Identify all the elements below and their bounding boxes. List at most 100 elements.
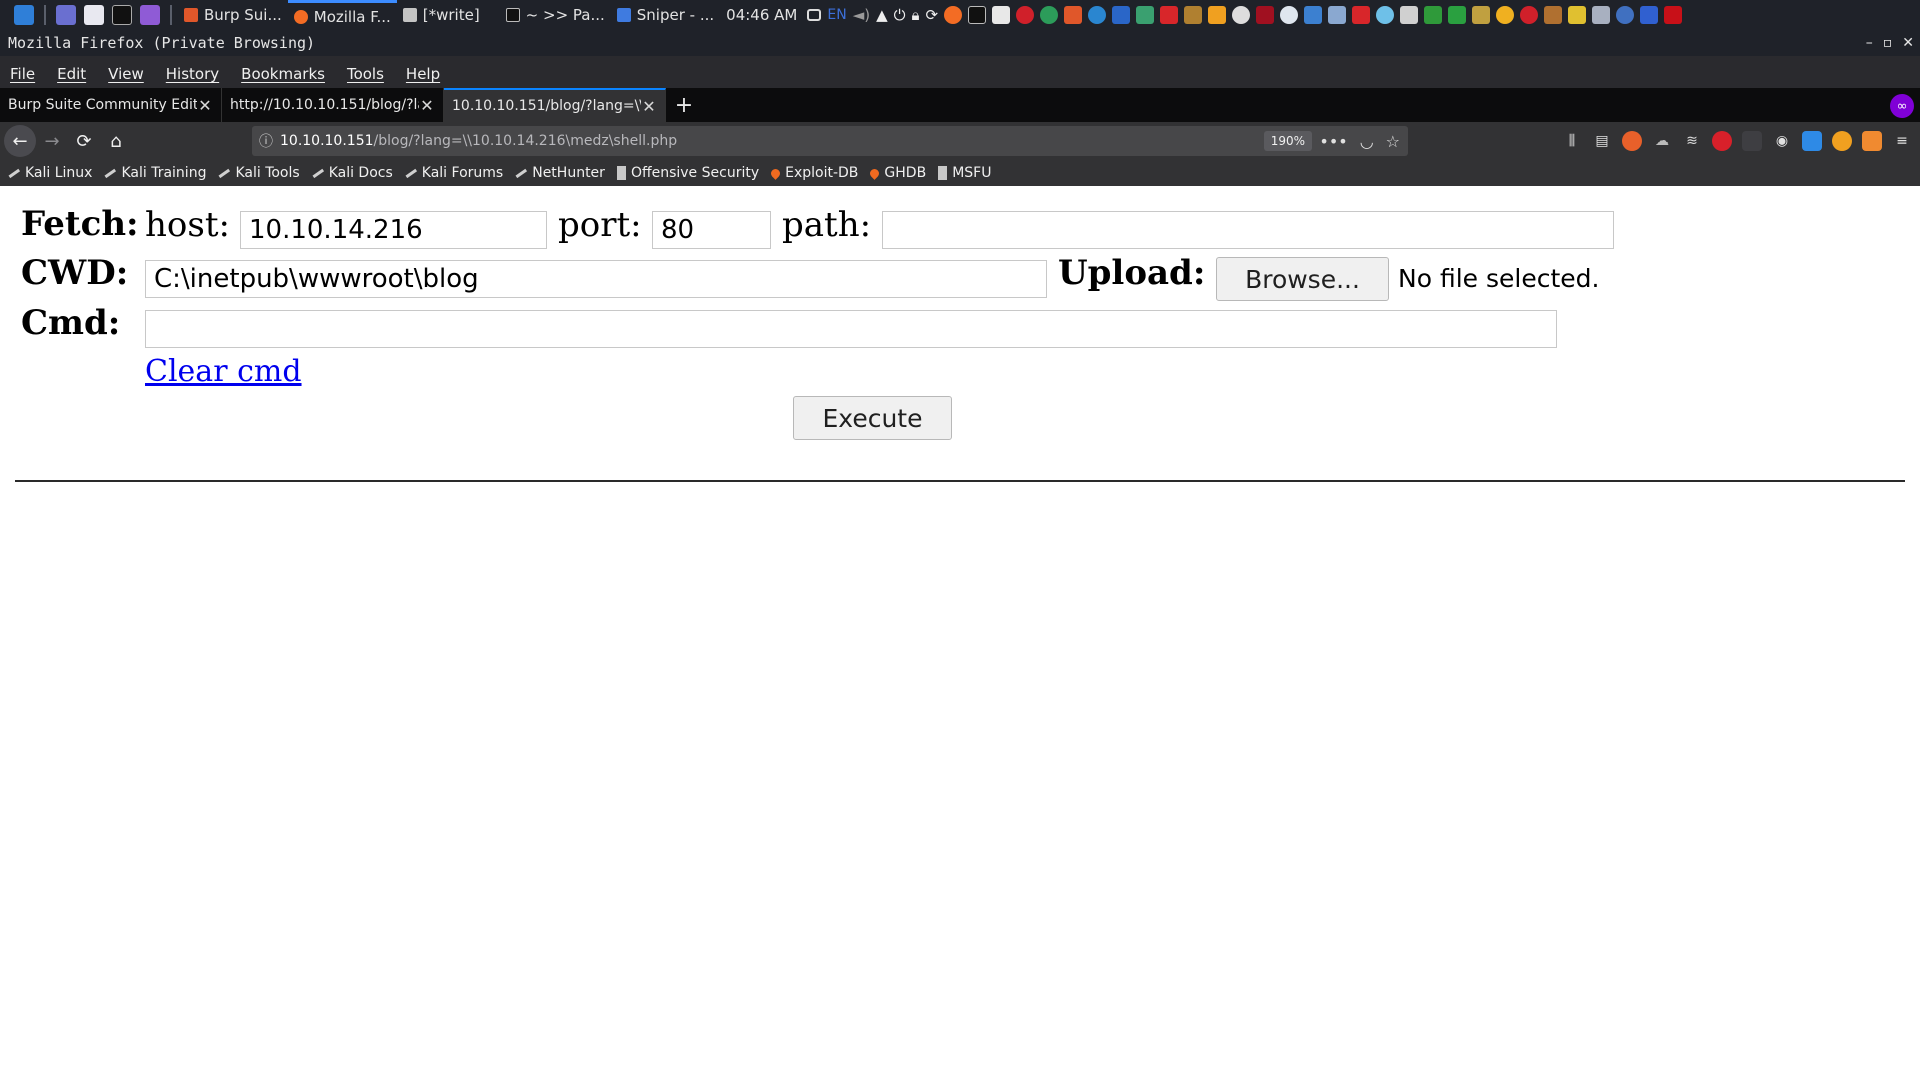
eye-icon[interactable] (1616, 6, 1635, 24)
taskbar-item-write[interactable]: [*write] (397, 0, 486, 30)
bookmark-offensive-security[interactable]: Offensive Security (616, 165, 759, 181)
file-manager-icon[interactable] (84, 5, 104, 25)
john-icon[interactable] (1232, 6, 1251, 24)
page-actions-icon[interactable]: ••• (1319, 132, 1347, 151)
reload-button[interactable]: ⟳ (68, 125, 100, 157)
bookmark-nethunter[interactable]: NetHunter (515, 165, 605, 181)
power-icon[interactable]: ⏻ (894, 6, 906, 24)
taskbar-item-folder[interactable]: Sniper - ... (611, 0, 720, 30)
leafpad-icon[interactable] (992, 6, 1011, 24)
tab-burp-suite[interactable]: Burp Suite Community Editio ✕ (0, 88, 222, 122)
notification-bell-icon[interactable]: ▲ (876, 6, 888, 24)
window-title-bar[interactable]: Mozilla Firefox (Private Browsing) – ▫ ✕ (0, 30, 1920, 56)
taskbar-item-burp[interactable]: Burp Sui... (178, 0, 288, 30)
close-tab-icon[interactable]: ✕ (641, 97, 657, 116)
close-window-icon[interactable]: ✕ (1902, 35, 1914, 51)
library-icon[interactable]: ⫼ (1562, 131, 1582, 151)
bookmark-ghdb[interactable]: GHDB (868, 165, 926, 181)
bookmark-kali-linux[interactable]: Kali Linux (7, 165, 92, 181)
taskbar-item-terminal[interactable]: ~ >> Pa... (500, 0, 611, 30)
burp-launcher-icon[interactable] (1064, 6, 1083, 24)
shovel-icon[interactable] (1568, 6, 1587, 24)
site-info-icon[interactable]: ⓘ (252, 131, 280, 151)
rabbit-icon[interactable] (1544, 6, 1563, 24)
wireshark-icon[interactable] (1088, 6, 1107, 24)
workspace-icon[interactable] (56, 5, 76, 25)
forward-button[interactable]: → (36, 125, 68, 157)
extension-cup-icon[interactable] (1862, 131, 1882, 151)
hex-editor-icon[interactable] (1424, 6, 1443, 24)
lock-icon[interactable]: 🔒︎ (912, 6, 920, 24)
maltego-icon[interactable] (1040, 6, 1059, 24)
menu-tools[interactable]: Tools (347, 65, 384, 83)
maximize-icon[interactable]: ▫ (1883, 35, 1893, 51)
volume-icon[interactable]: ◄) (853, 6, 870, 24)
refresh-icon[interactable]: ⟳ (925, 6, 938, 24)
keyboard-layout[interactable]: EN (827, 7, 846, 23)
display-icon[interactable] (807, 9, 822, 21)
menu-hamburger-icon[interactable]: ≡ (1892, 131, 1912, 151)
adobe-icon[interactable] (1664, 6, 1683, 24)
bookmark-kali-training[interactable]: Kali Training (104, 165, 206, 181)
host-input[interactable]: 10.10.14.216 (240, 211, 547, 249)
zap-icon[interactable] (1304, 6, 1323, 24)
tab-shell-php[interactable]: 10.10.10.151/blog/?lang=\\10 ✕ (444, 88, 666, 122)
screenshot-icon[interactable] (140, 5, 160, 25)
menu-bookmarks[interactable]: Bookmarks (241, 65, 325, 83)
bookmark-msfu[interactable]: MSFU (938, 165, 991, 181)
wrench-icon[interactable] (1592, 6, 1611, 24)
foxyproxy-icon[interactable] (1622, 131, 1642, 151)
feh-icon[interactable] (1352, 6, 1371, 24)
extension-blue-icon[interactable] (1802, 131, 1822, 151)
clear-cmd-link[interactable]: Clear cmd (145, 354, 302, 389)
cookie-editor-icon[interactable]: ☁ (1652, 131, 1672, 151)
close-tab-icon[interactable]: ✕ (419, 96, 435, 115)
sqlmap-icon[interactable] (1256, 6, 1275, 24)
vim-icon[interactable] (1448, 6, 1467, 24)
gauge-icon[interactable] (1520, 6, 1539, 24)
tool-icon[interactable] (1472, 6, 1491, 24)
back-button[interactable]: ← (4, 125, 36, 157)
sidebar-icon[interactable]: ▤ (1592, 131, 1612, 151)
bookmark-kali-docs[interactable]: Kali Docs (311, 165, 393, 181)
cmd-input[interactable] (145, 310, 1557, 348)
hydra-icon[interactable] (1208, 6, 1227, 24)
close-tab-icon[interactable]: ✕ (197, 96, 213, 115)
menu-view[interactable]: View (108, 65, 144, 83)
browse-button[interactable]: Browse... (1216, 257, 1389, 301)
metasploit-icon[interactable] (1112, 6, 1131, 24)
magnifier-icon[interactable] (1496, 6, 1515, 24)
nikto-icon[interactable] (1328, 6, 1347, 24)
cwd-input[interactable]: C:\inetpub\wwwroot\blog (145, 260, 1047, 298)
home-button[interactable]: ⌂ (100, 125, 132, 157)
tab-blog-lang[interactable]: http://10.10.10.151/blog/?lan ✕ (222, 88, 444, 122)
port-input[interactable]: 80 (652, 211, 771, 249)
extension-orange-icon[interactable] (1832, 131, 1852, 151)
bookmark-exploit-db[interactable]: Exploit-DB (769, 165, 858, 181)
wordpress-icon[interactable] (1280, 6, 1299, 24)
vpn-icon[interactable] (1640, 6, 1659, 24)
alien-icon[interactable] (1376, 6, 1395, 24)
zoom-indicator[interactable]: 190% (1263, 131, 1312, 151)
clock[interactable]: 04:46 AM (726, 6, 797, 24)
menu-edit[interactable]: Edit (57, 65, 86, 83)
bookmark-star-icon[interactable]: ☆ (1386, 132, 1400, 151)
path-input[interactable] (882, 211, 1614, 249)
faraday-icon[interactable] (1160, 6, 1179, 24)
terminal-icon[interactable] (112, 5, 132, 25)
new-tab-button[interactable]: + (666, 88, 702, 122)
minimize-icon[interactable]: – (1866, 35, 1873, 51)
bookmark-kali-forums[interactable]: Kali Forums (404, 165, 503, 181)
cherrytree-icon[interactable] (1016, 6, 1035, 24)
pocket-icon[interactable]: ◡ (1360, 132, 1374, 151)
spider-icon[interactable] (1400, 6, 1419, 24)
taskbar-item-firefox[interactable]: Mozilla F... (287, 0, 397, 30)
extension-red-icon[interactable] (1712, 131, 1732, 151)
armitage-icon[interactable] (1136, 6, 1155, 24)
kali-menu-icon[interactable] (14, 5, 34, 25)
extension-disabled-icon[interactable] (1742, 131, 1762, 151)
url-bar[interactable]: ⓘ 10.10.10.151/blog/?lang=\\10.10.14.216… (252, 126, 1408, 156)
wappalyzer-icon[interactable]: ≋ (1682, 131, 1702, 151)
firefox-launcher-icon[interactable] (944, 6, 963, 24)
menu-help[interactable]: Help (406, 65, 440, 83)
